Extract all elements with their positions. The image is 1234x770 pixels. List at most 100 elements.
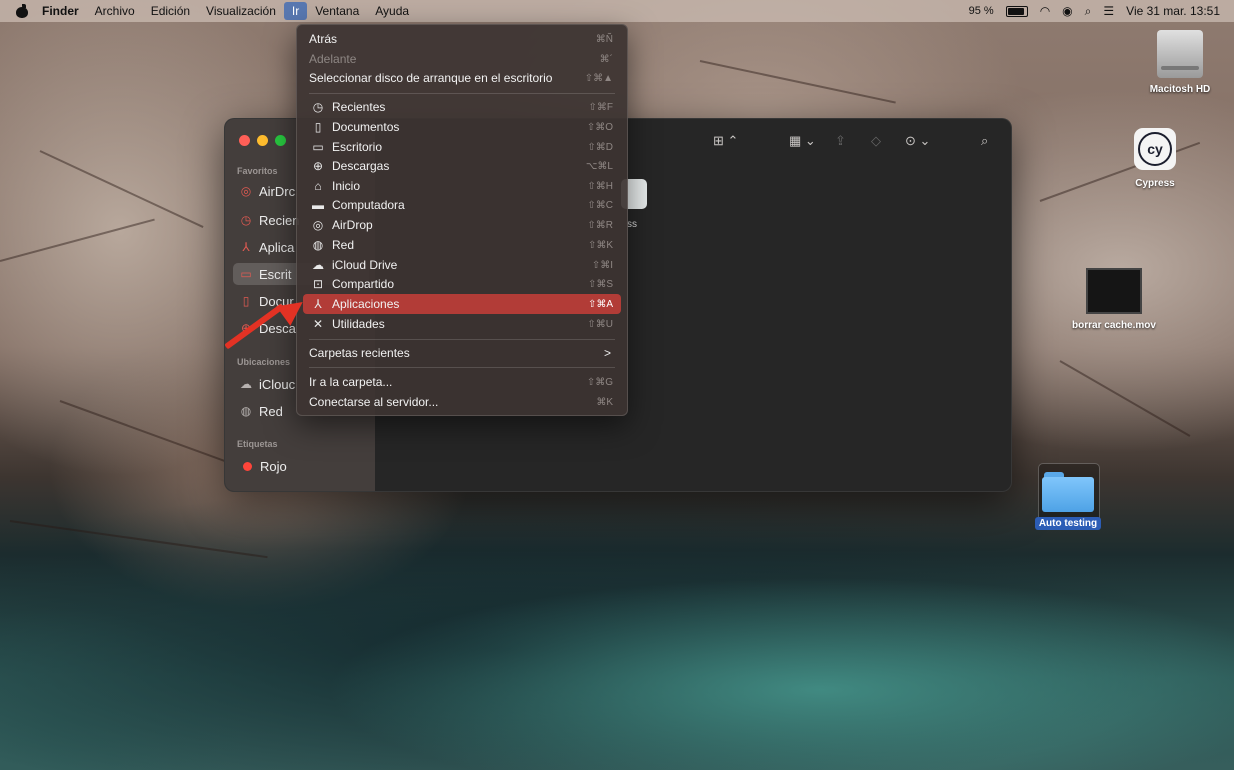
menubar-clock[interactable]: Vie 31 mar. 13:51 bbox=[1126, 4, 1220, 18]
menu-item-inicio[interactable]: ⌂ Inicio ⇧⌘H bbox=[303, 176, 621, 196]
shortcut-label: ⌘Ñ bbox=[595, 33, 613, 45]
menu-item-icloud-drive[interactable]: ☁ iCloud Drive ⇧⌘I bbox=[303, 255, 621, 275]
sidebar-item-label: Aplica bbox=[259, 239, 295, 255]
desktop-icon-cypress[interactable]: cy Cypress bbox=[1120, 128, 1190, 189]
desktop-icon-auto-testing[interactable]: Auto testing bbox=[1030, 466, 1106, 530]
computer-icon: ▬ bbox=[312, 198, 324, 212]
sidebar-item-tag-rojo[interactable]: Rojo bbox=[233, 455, 369, 477]
menu-item-label: Utilidades bbox=[332, 317, 385, 331]
cloud-icon: ☁ bbox=[240, 377, 252, 391]
home-icon: ⌂ bbox=[314, 179, 322, 193]
network-icon: ◍ bbox=[312, 238, 324, 252]
menu-item-label: Atrás bbox=[309, 32, 338, 46]
minimize-button[interactable] bbox=[257, 135, 268, 146]
menu-item-compartido[interactable]: ⊡ Compartido ⇧⌘S bbox=[303, 274, 621, 294]
shortcut-label: ⇧⌘R bbox=[587, 219, 613, 231]
apple-icon[interactable] bbox=[16, 4, 28, 18]
desktop-icon-borrar-cache[interactable]: borrar cache.mov bbox=[1062, 268, 1166, 331]
shortcut-label: ⇧⌘C bbox=[587, 199, 613, 211]
menu-item-label: Adelante bbox=[309, 52, 357, 66]
shortcut-label: ⌘K bbox=[596, 396, 613, 408]
hard-drive-icon bbox=[1157, 30, 1203, 78]
menu-item-label: Descargas bbox=[332, 159, 390, 173]
menu-item-carpetas-recientes[interactable]: Carpetas recientes > bbox=[303, 343, 621, 363]
shortcut-label: ⇧⌘A bbox=[587, 298, 613, 310]
menu-ayuda[interactable]: Ayuda bbox=[367, 0, 417, 22]
desktop-icon: ▭ bbox=[240, 267, 252, 281]
desktop-icon-label: borrar cache.mov bbox=[1072, 320, 1156, 331]
menu-item-label: Computadora bbox=[332, 198, 405, 212]
desktop-icon-label: Auto testing bbox=[1034, 517, 1102, 530]
search-icon[interactable]: ⌕ bbox=[981, 131, 988, 151]
sidebar-item-label: Rojo bbox=[260, 458, 287, 474]
wifi-icon[interactable]: ◠ bbox=[1040, 4, 1050, 18]
shortcut-label: ⇧⌘S bbox=[587, 278, 613, 290]
menu-separator bbox=[309, 367, 615, 368]
file-label[interactable]: ss bbox=[627, 219, 637, 230]
menu-archivo[interactable]: Archivo bbox=[87, 0, 143, 22]
document-icon: ▯ bbox=[242, 294, 250, 308]
menu-item-label: Carpetas recientes bbox=[309, 346, 410, 360]
menu-item-atras[interactable]: Atrás ⌘Ñ bbox=[303, 29, 621, 49]
menu-item-label: Documentos bbox=[332, 120, 400, 134]
menu-item-label: Ir a la carpeta... bbox=[309, 375, 393, 389]
shortcut-label: ⇧⌘F bbox=[588, 101, 614, 113]
sidebar-section-locations: Ubicaciones bbox=[237, 357, 291, 367]
view-switch-icon[interactable]: ⊞ ⌃ bbox=[713, 131, 738, 151]
shortcut-label: ⇧⌘G bbox=[586, 376, 613, 388]
shortcut-label: ⇧⌘K bbox=[587, 239, 613, 251]
shortcut-label: ⌥⌘L bbox=[585, 160, 613, 172]
menu-item-label: Aplicaciones bbox=[332, 297, 400, 311]
menu-item-seleccionar-disco[interactable]: Seleccionar disco de arranque en el escr… bbox=[303, 68, 621, 88]
menu-separator bbox=[309, 339, 615, 340]
menu-item-label: Inicio bbox=[332, 179, 361, 193]
menu-item-airdrop[interactable]: ◎ AirDrop ⇧⌘R bbox=[303, 215, 621, 235]
zoom-button[interactable] bbox=[275, 135, 286, 146]
sidebar-item-label: Escrit bbox=[259, 266, 292, 282]
menu-item-utilidades[interactable]: ✕ Utilidades ⇧⌘U bbox=[303, 314, 621, 334]
shortcut-label: ⇧⌘U bbox=[587, 318, 613, 330]
group-icon[interactable]: ▦ ⌄ bbox=[789, 131, 816, 151]
download-icon: ⊕ bbox=[312, 159, 324, 173]
desktop-icon-macintosh-hd[interactable]: Macitosh HD bbox=[1140, 30, 1220, 95]
clock-icon: ◷ bbox=[240, 213, 252, 227]
network-icon: ◍ bbox=[240, 404, 252, 418]
video-file-icon bbox=[1086, 268, 1142, 314]
menu-item-aplicaciones[interactable]: ⅄ Aplicaciones ⇧⌘A bbox=[303, 294, 621, 314]
menu-ir[interactable]: Ir bbox=[283, 2, 308, 20]
menu-item-label: Conectarse al servidor... bbox=[309, 395, 439, 409]
menu-item-label: Recientes bbox=[332, 100, 386, 114]
tag-red-dot bbox=[243, 461, 252, 471]
document-icon: ▯ bbox=[314, 120, 322, 134]
sidebar-item-label: Red bbox=[259, 403, 283, 419]
menu-item-adelante: Adelante ⌘´ bbox=[303, 49, 621, 69]
battery-icon[interactable] bbox=[1005, 5, 1028, 17]
menu-item-ir-a-la-carpeta[interactable]: Ir a la carpeta... ⇧⌘G bbox=[303, 372, 621, 392]
sidebar-item-label: Recien bbox=[259, 212, 300, 228]
menu-item-computadora[interactable]: ▬ Computadora ⇧⌘C bbox=[303, 195, 621, 215]
menu-item-descargas[interactable]: ⊕ Descargas ⌥⌘L bbox=[303, 156, 621, 176]
menu-item-recientes[interactable]: ◷ Recientes ⇧⌘F bbox=[303, 97, 621, 117]
menu-finder[interactable]: Finder bbox=[34, 0, 87, 22]
tag-icon[interactable]: ◇ bbox=[871, 131, 881, 151]
more-actions-icon[interactable]: ⊙ ⌄ bbox=[905, 131, 930, 151]
close-button[interactable] bbox=[239, 135, 250, 146]
search-icon[interactable]: ⌕ bbox=[1085, 4, 1092, 19]
shortcut-label: ⇧⌘D bbox=[587, 141, 613, 153]
menu-ventana[interactable]: Ventana bbox=[307, 0, 367, 22]
menu-item-documentos[interactable]: ▯ Documentos ⇧⌘O bbox=[303, 117, 621, 137]
desktop-icon-label: Cypress bbox=[1135, 178, 1175, 189]
menu-bar: Finder Archivo Edición Visualización Ir … bbox=[0, 0, 1234, 22]
sidebar-item-label: AirDrc bbox=[259, 183, 296, 199]
menu-item-red[interactable]: ◍ Red ⇧⌘K bbox=[303, 235, 621, 255]
sidebar-section-tags: Etiquetas bbox=[237, 439, 278, 449]
menu-item-conectarse-al-servidor[interactable]: Conectarse al servidor... ⌘K bbox=[303, 392, 621, 412]
control-center-icon[interactable]: ☰ bbox=[1103, 4, 1114, 18]
cypress-app-icon: cy bbox=[1134, 128, 1176, 170]
chevron-right-icon: > bbox=[603, 346, 611, 360]
menu-edicion[interactable]: Edición bbox=[143, 0, 198, 22]
menu-visualizacion[interactable]: Visualización bbox=[198, 0, 284, 22]
menu-item-escritorio[interactable]: ▭ Escritorio ⇧⌘D bbox=[303, 137, 621, 157]
user-icon[interactable]: ◉ bbox=[1062, 4, 1072, 18]
share-icon[interactable]: ⇪ bbox=[835, 131, 846, 151]
